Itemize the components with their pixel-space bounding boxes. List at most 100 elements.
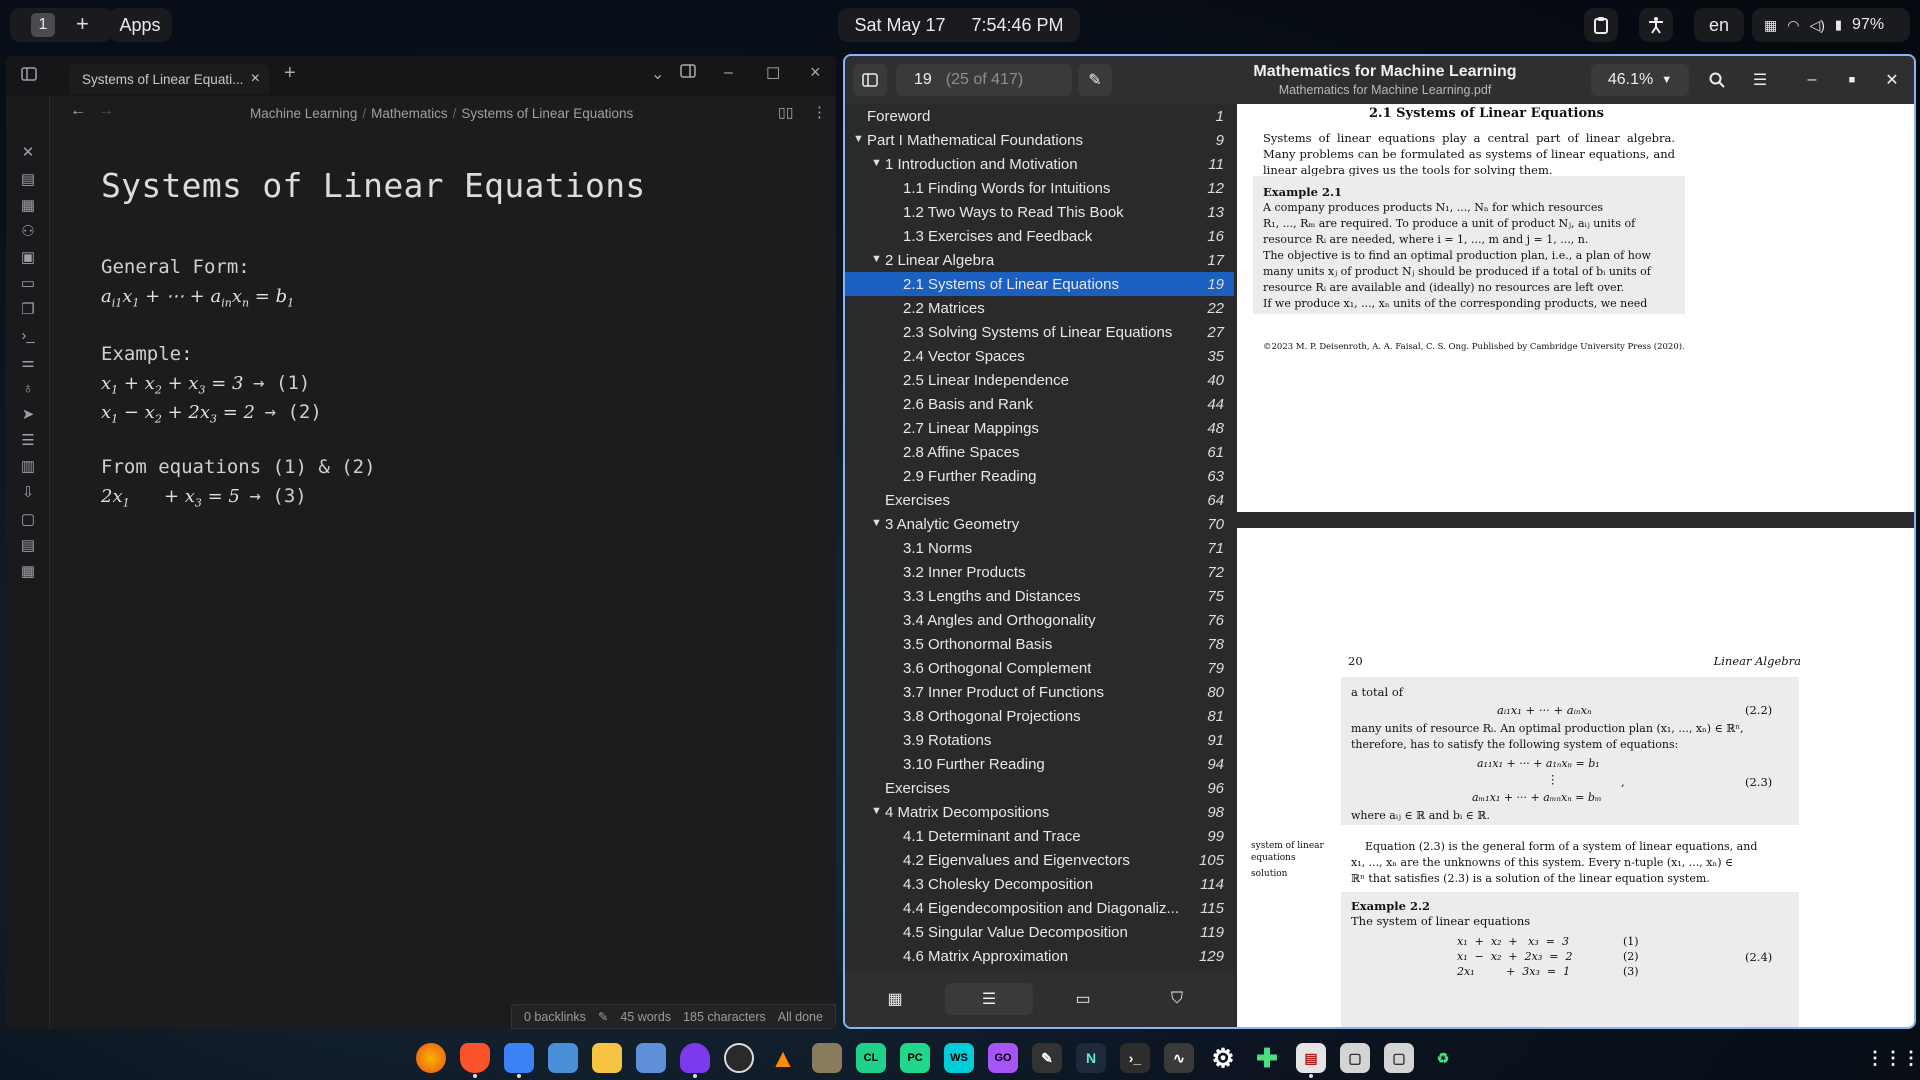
annotate-button[interactable]: ✎: [1078, 64, 1112, 96]
toc-item[interactable]: 3.10 Further Reading 94: [845, 752, 1234, 776]
tab-note[interactable]: Systems of Linear Equati... ×: [69, 64, 269, 94]
add-workspace-button[interactable]: +: [76, 11, 89, 37]
new-tab-icon[interactable]: +: [284, 62, 296, 85]
vlc-icon[interactable]: ▲: [768, 1043, 798, 1073]
brave-icon[interactable]: [460, 1043, 490, 1073]
canvas-icon[interactable]: ▦: [19, 197, 37, 215]
pycharm-icon[interactable]: PC: [900, 1043, 930, 1073]
edit-icon[interactable]: ✎: [598, 1009, 608, 1024]
trash-icon[interactable]: ♻: [1428, 1043, 1458, 1073]
toc-item[interactable]: ▼ 3 Analytic Geometry 70: [845, 512, 1234, 536]
text-editor-icon[interactable]: [592, 1043, 622, 1073]
graph-close-icon[interactable]: ✕: [19, 144, 37, 162]
graph-view-icon[interactable]: ⚇: [19, 223, 37, 241]
accessibility-icon[interactable]: [1639, 8, 1673, 42]
search-button[interactable]: [1700, 64, 1734, 96]
close-tab-icon[interactable]: ×: [251, 70, 260, 88]
list-icon[interactable]: ☰: [19, 432, 37, 450]
table-icon[interactable]: ▥: [19, 458, 37, 476]
system-tray[interactable]: ▦ ◠ ◁) ▮ 97%: [1752, 8, 1910, 42]
chevron-down-icon[interactable]: ⌄: [651, 64, 664, 84]
toc-item[interactable]: 3.2 Inner Products 72: [845, 560, 1234, 584]
toc-item[interactable]: 3.6 Orthogonal Complement 79: [845, 656, 1234, 680]
workspace-switcher[interactable]: 1 +: [10, 8, 112, 42]
toc-item[interactable]: 1.3 Exercises and Feedback 16: [845, 224, 1234, 248]
clipboard-icon[interactable]: [1584, 8, 1618, 42]
calendar-icon[interactable]: ▭: [19, 275, 37, 293]
extensions-icon[interactable]: ✚: [1252, 1043, 1282, 1073]
toc-item[interactable]: 4.2 Eigenvalues and Eigenvectors 105: [845, 848, 1234, 872]
minimize-button[interactable]: –: [1799, 64, 1825, 96]
toc-item[interactable]: 2.3 Solving Systems of Linear Equations 2…: [845, 320, 1234, 344]
zoom-selector[interactable]: 46.1% ▼: [1591, 64, 1689, 96]
schedule-icon[interactable]: ▤: [19, 537, 37, 555]
toc-item[interactable]: 2.5 Linear Independence 40: [845, 368, 1234, 392]
pdf-reader-icon[interactable]: ▤: [1296, 1043, 1326, 1073]
app-grid-icon[interactable]: ⋮⋮⋮: [1866, 1043, 1920, 1073]
terminal-icon[interactable]: ›_: [19, 327, 37, 345]
outline-tab[interactable]: ☰: [945, 983, 1033, 1015]
bookmarks-tab[interactable]: ⛉: [1133, 983, 1221, 1015]
editor-icon[interactable]: ✎: [1032, 1043, 1062, 1073]
back-arrow-icon[interactable]: ←: [70, 102, 86, 120]
toc-item[interactable]: 2.9 Further Reading 63: [845, 464, 1234, 488]
goland-icon[interactable]: GO: [988, 1043, 1018, 1073]
reading-view-icon[interactable]: ▯▯: [778, 104, 793, 121]
firefox-icon[interactable]: [416, 1043, 446, 1073]
clock[interactable]: Sat May 17 7:54:46 PM: [838, 8, 1080, 42]
document-viewer-icon[interactable]: ▢: [1340, 1043, 1370, 1073]
expand-caret-icon[interactable]: ▼: [871, 517, 882, 529]
obs-icon[interactable]: [724, 1043, 754, 1073]
toc-item[interactable]: 3.9 Rotations 91: [845, 728, 1234, 752]
toc-item[interactable]: 1.2 Two Ways to Read This Book 13: [845, 200, 1234, 224]
split-view-icon[interactable]: [680, 64, 696, 83]
send-icon[interactable]: ➤: [19, 406, 37, 424]
page-selector[interactable]: 19 (25 of 417): [896, 64, 1072, 96]
language-indicator[interactable]: en: [1694, 8, 1744, 42]
software-store-icon[interactable]: [548, 1043, 578, 1073]
backlinks-count[interactable]: 0 backlinks: [524, 1010, 586, 1024]
breadcrumb-item[interactable]: Systems of Linear Equations: [461, 106, 633, 121]
toc-item[interactable]: Foreword 1: [845, 104, 1234, 128]
toc-item[interactable]: 3.4 Angles and Orthogonality 76: [845, 608, 1234, 632]
toc-item[interactable]: 3.7 Inner Product of Functions 80: [845, 680, 1234, 704]
annotations-tab[interactable]: ▭: [1039, 983, 1127, 1015]
sidebar-toggle-icon[interactable]: [20, 67, 38, 85]
toc-item[interactable]: 4.5 Singular Value Decomposition 119: [845, 920, 1234, 944]
expand-caret-icon[interactable]: ▼: [871, 253, 882, 265]
toc-item[interactable]: 3.8 Orthogonal Projections 81: [845, 704, 1234, 728]
toc-item[interactable]: ▼ Part I Mathematical Foundations 9: [845, 128, 1234, 152]
toc-item[interactable]: ▼ 1 Introduction and Motivation 11: [845, 152, 1234, 176]
sidebar-toggle-button[interactable]: [853, 64, 887, 96]
expand-caret-icon[interactable]: ▼: [871, 805, 882, 817]
image-viewer-icon[interactable]: [636, 1043, 666, 1073]
toc-item[interactable]: 2.8 Affine Spaces 61: [845, 440, 1234, 464]
toc-item[interactable]: 2.6 Basis and Rank 44: [845, 392, 1234, 416]
menu-button[interactable]: ☰: [1743, 64, 1777, 96]
toc-item[interactable]: 4.3 Cholesky Decomposition 114: [845, 872, 1234, 896]
obsidian-icon[interactable]: [680, 1043, 710, 1073]
clion-icon[interactable]: CL: [856, 1043, 886, 1073]
toc-item[interactable]: 4.6 Matrix Approximation 129: [845, 944, 1234, 968]
thumbnails-tab[interactable]: ▦: [851, 983, 939, 1015]
copy-icon[interactable]: ❐: [19, 301, 37, 319]
toc-item[interactable]: Exercises 96: [845, 776, 1234, 800]
expand-caret-icon[interactable]: ▼: [871, 157, 882, 169]
maximize-button[interactable]: ■: [1839, 64, 1865, 96]
import-icon[interactable]: ⇩: [19, 484, 37, 502]
toc-item[interactable]: 4.1 Determinant and Trace 99: [845, 824, 1234, 848]
more-options-icon[interactable]: ⋮: [812, 103, 827, 121]
sliders-icon[interactable]: ⚌: [19, 354, 37, 372]
microphone-icon[interactable]: ♁: [19, 380, 37, 398]
terminal-icon[interactable]: ›_: [1120, 1043, 1150, 1073]
page-input[interactable]: 19: [914, 71, 932, 89]
toc-item[interactable]: 1.1 Finding Words for Intuitions 12: [845, 176, 1234, 200]
toc-item[interactable]: 2.4 Vector Spaces 35: [845, 344, 1234, 368]
toc-item[interactable]: 2.2 Matrices 22: [845, 296, 1234, 320]
dashboard-icon[interactable]: ▣: [19, 249, 37, 267]
breadcrumb-item[interactable]: Machine Learning: [250, 106, 357, 121]
gimp-icon[interactable]: [812, 1043, 842, 1073]
settings-icon[interactable]: ⚙: [1208, 1043, 1238, 1073]
document-viewer-icon[interactable]: ▢: [1384, 1043, 1414, 1073]
toc-item[interactable]: ▼ 4 Matrix Decompositions 98: [845, 800, 1234, 824]
